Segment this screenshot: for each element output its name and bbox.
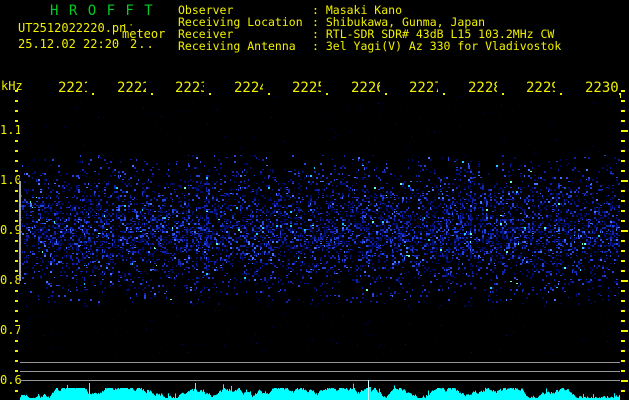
freq-minor-tick-right <box>621 300 625 302</box>
output-filename: UT2512022220.pn <box>18 21 127 35</box>
freq-major-tick-right <box>621 280 628 282</box>
freq-minor-tick <box>15 210 18 212</box>
time-axis-label: 2222 <box>117 80 146 93</box>
app-title: H R O F F T <box>50 3 154 19</box>
freq-minor-tick <box>15 390 18 392</box>
time-axis-label: 2230 <box>585 80 619 93</box>
time-axis-label: 2223 <box>175 80 204 93</box>
noise-level-graph-canvas <box>20 378 620 400</box>
freq-major-tick-right <box>621 330 628 332</box>
freq-minor-tick-right <box>621 370 625 372</box>
freq-axis-label: 0.9 <box>0 223 22 237</box>
freq-minor-tick <box>15 360 18 362</box>
time-axis-label: 2226 <box>351 80 380 93</box>
freq-minor-tick-right <box>621 320 625 322</box>
freq-minor-tick <box>15 320 18 322</box>
freq-minor-tick <box>15 100 18 102</box>
freq-minor-tick <box>15 200 18 202</box>
freq-minor-tick <box>15 220 18 222</box>
info-value: : 3el Yagi(V) Az 330 for Vladivostok <box>312 39 562 53</box>
freq-minor-tick-right <box>621 90 625 92</box>
freq-minor-tick-right <box>621 110 625 112</box>
freq-minor-tick-right <box>621 290 625 292</box>
freq-minor-tick-right <box>621 240 625 242</box>
freq-minor-tick <box>15 90 18 92</box>
freq-minor-tick <box>15 110 18 112</box>
freq-minor-tick-right <box>621 140 625 142</box>
freq-minor-tick <box>15 160 18 162</box>
freq-minor-tick-right <box>621 150 625 152</box>
freq-minor-tick <box>15 300 18 302</box>
time-axis-label: 2221 <box>58 80 87 93</box>
freq-axis-label: 1.1 <box>0 123 22 137</box>
time-axis-label: 2227 <box>409 80 438 93</box>
time-axis-label: 2228 <box>468 80 497 93</box>
freq-major-tick-right <box>621 180 628 182</box>
second-counter: 2.. <box>130 37 155 51</box>
time-axis-label: 2225 <box>292 80 321 93</box>
level-ref-line <box>20 371 620 372</box>
freq-minor-tick-right <box>621 350 625 352</box>
info-row: Receiving Antenna : 3el Yagi(V) Az 330 fo… <box>178 40 561 52</box>
freq-minor-tick <box>15 150 18 152</box>
freq-minor-tick <box>15 270 18 272</box>
freq-minor-tick-right <box>621 190 625 192</box>
freq-minor-tick-right <box>621 250 625 252</box>
freq-minor-tick-right <box>621 160 625 162</box>
freq-axis-label: 0.6 <box>0 373 22 387</box>
current-datetime: 25.12.02 22:20 <box>18 37 120 51</box>
freq-axis-label: 0.8 <box>0 273 22 287</box>
time-axis-label: 2229 <box>526 80 555 93</box>
freq-minor-tick-right <box>621 200 625 202</box>
freq-minor-tick <box>15 190 18 192</box>
freq-minor-tick <box>15 290 18 292</box>
freq-major-tick-right <box>621 380 628 382</box>
freq-minor-tick <box>15 350 18 352</box>
freq-minor-tick-right <box>621 360 625 362</box>
freq-minor-tick-right <box>621 100 625 102</box>
freq-major-tick-right <box>621 230 628 232</box>
freq-minor-tick <box>15 140 18 142</box>
freq-axis-unit: kHz <box>1 79 23 93</box>
freq-minor-tick-right <box>621 120 625 122</box>
info-label: Receiving Antenna <box>178 39 296 53</box>
freq-minor-tick <box>15 340 18 342</box>
freq-minor-tick <box>15 370 18 372</box>
event-marker-line <box>195 383 196 400</box>
hrofft-window: H R O F F T UT2512022220.pn ·· meteor 25… <box>0 0 629 400</box>
freq-minor-tick <box>15 240 18 242</box>
band-edge-marker <box>19 181 21 281</box>
time-axis-label: 2224 <box>234 80 263 93</box>
freq-minor-tick <box>15 260 18 262</box>
freq-minor-tick <box>15 120 18 122</box>
freq-minor-tick-right <box>621 210 625 212</box>
freq-minor-tick-right <box>621 220 625 222</box>
freq-minor-tick <box>15 310 18 312</box>
observer-info-block: Observer: Masaki Kano Receiving Location:… <box>178 4 561 52</box>
freq-major-tick-right <box>621 130 628 132</box>
freq-minor-tick-right <box>621 310 625 312</box>
level-ref-line <box>20 362 620 363</box>
freq-axis-label: 0.7 <box>0 323 22 337</box>
event-marker-line <box>89 383 90 400</box>
freq-axis-label: 1.0 <box>0 173 22 187</box>
freq-minor-tick <box>15 250 18 252</box>
freq-minor-tick-right <box>621 270 625 272</box>
freq-minor-tick-right <box>621 170 625 172</box>
freq-minor-tick-right <box>621 340 625 342</box>
freq-minor-tick <box>15 170 18 172</box>
freq-minor-tick-right <box>621 390 625 392</box>
freq-minor-tick-right <box>621 260 625 262</box>
spectrogram-canvas <box>20 95 620 361</box>
